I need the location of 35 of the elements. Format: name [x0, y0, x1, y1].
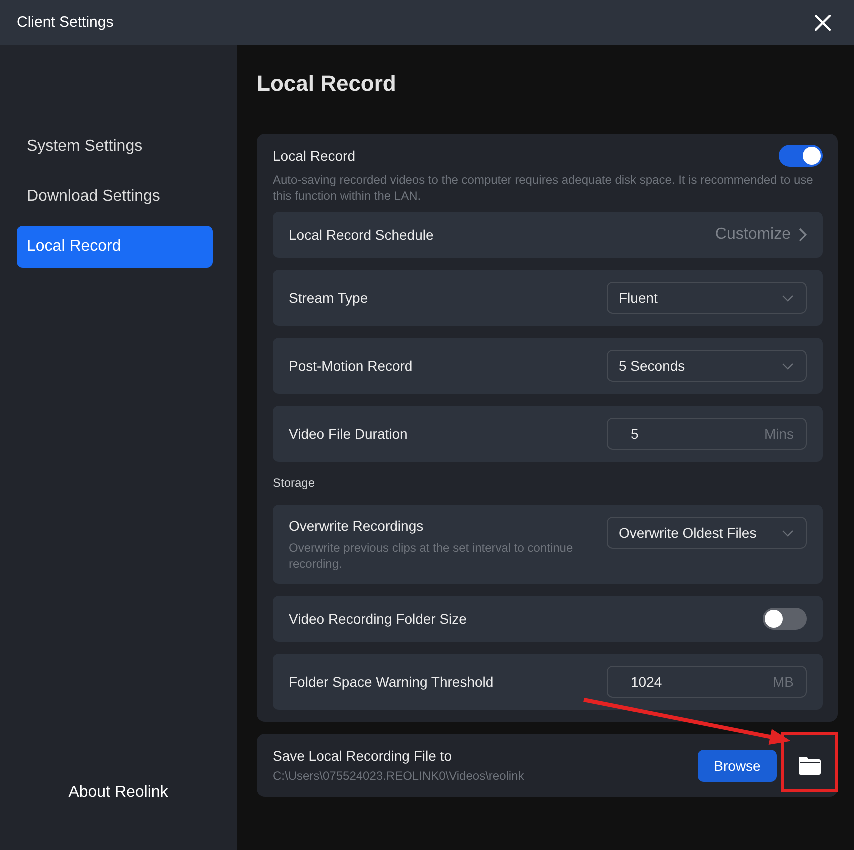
- row-label: Local Record Schedule: [289, 226, 434, 244]
- dropdown[interactable]: 5 Seconds: [607, 350, 807, 382]
- about-link[interactable]: About Reolink: [17, 783, 213, 803]
- row-label: Video File Duration: [289, 425, 408, 443]
- toggle-switch[interactable]: [779, 145, 823, 167]
- sidebar-item[interactable]: Local Record: [17, 226, 213, 268]
- row-label: Overwrite Recordings: [289, 517, 425, 535]
- unit-label: MB: [773, 674, 794, 690]
- folder-icon[interactable]: [799, 756, 821, 774]
- input-field[interactable]: 1024 MB: [607, 666, 807, 698]
- sidebar-item[interactable]: Download Settings: [17, 176, 213, 218]
- unit-label: Mins: [764, 426, 794, 442]
- setting-description: Auto-saving recorded videos to the computer requires adequate disk space. It is recommended to use this function within the LAN.: [273, 172, 814, 204]
- toggle-switch[interactable]: [763, 608, 807, 630]
- row-label: Post-Motion Record: [289, 357, 413, 375]
- close-icon[interactable]: [815, 14, 831, 30]
- row-description: Overwrite previous clips at the set interval to continue recording.: [289, 540, 574, 572]
- input-field[interactable]: 5 Mins: [607, 418, 807, 450]
- section-heading: Storage: [273, 475, 316, 492]
- chevron-right-icon: [799, 228, 807, 242]
- sidebar-item[interactable]: System Settings: [17, 126, 213, 168]
- window-title: Client Settings: [17, 14, 114, 31]
- dropdown[interactable]: Overwrite Oldest Files: [607, 517, 807, 549]
- row-label: Video Recording Folder Size: [289, 610, 467, 628]
- row-label: Stream Type: [289, 289, 368, 307]
- browse-button[interactable]: Browse: [698, 750, 777, 782]
- setting-title: Local Record: [273, 148, 356, 164]
- chevron-down-icon: [782, 294, 794, 302]
- folder-path: C:\Users\075524023.REOLINK0\Videos\reolink: [273, 768, 526, 784]
- page-title: Local Record: [257, 70, 398, 98]
- chevron-down-icon: [782, 362, 794, 370]
- chevron-down-icon: [782, 530, 794, 536]
- dropdown[interactable]: Fluent: [607, 282, 807, 314]
- save-location-label: Save Local Recording File to: [273, 748, 453, 764]
- row-label: Folder Space Warning Threshold: [289, 673, 494, 691]
